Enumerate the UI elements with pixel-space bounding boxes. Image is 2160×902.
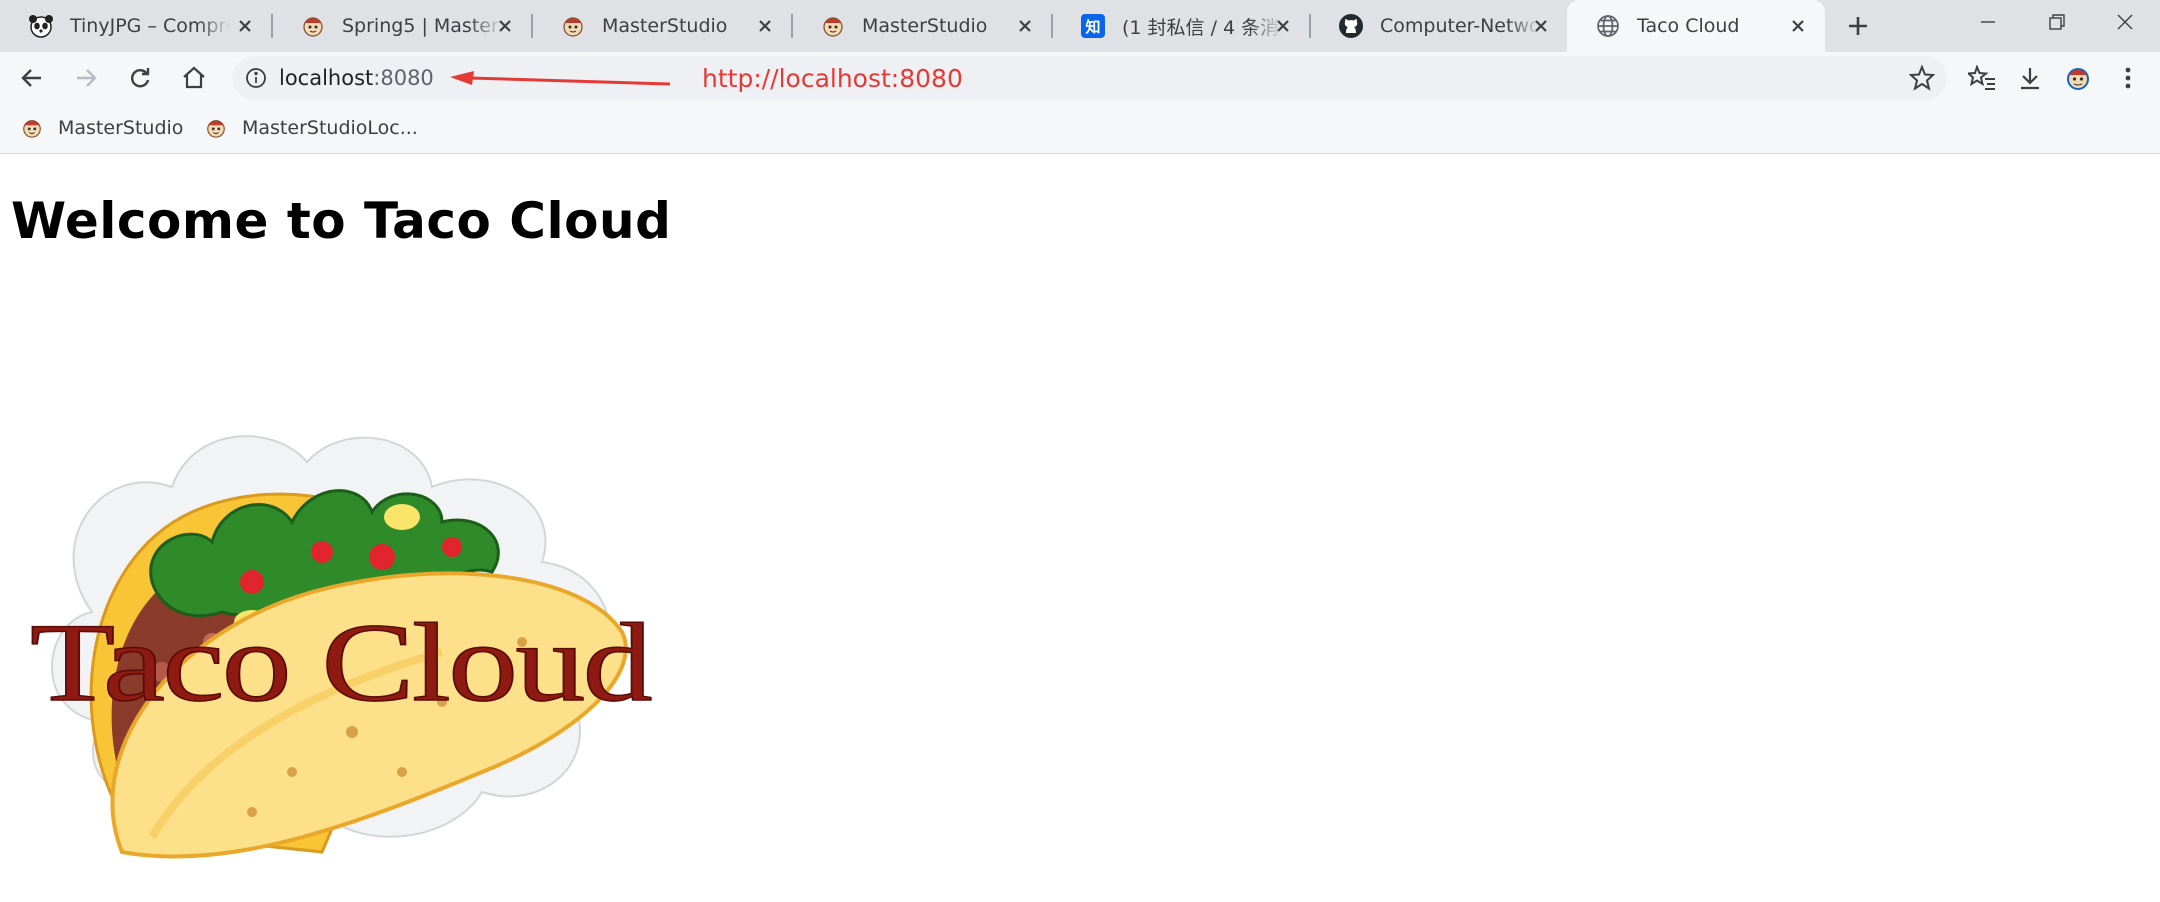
- bookmark-masterstudio[interactable]: MasterStudio: [20, 112, 183, 144]
- back-arrow-icon: [21, 69, 41, 87]
- globe-icon: [1595, 13, 1621, 39]
- tab-zhihu[interactable]: 知 (1 封私信 / 4 条消息: [1052, 0, 1311, 52]
- new-tab-button[interactable]: [1842, 10, 1874, 42]
- home-button[interactable]: [176, 60, 212, 96]
- tab-strip: TinyJPG – Compress Spring5 | MasterStudi…: [0, 0, 2160, 52]
- url-host: localhost: [279, 66, 374, 90]
- forward-button[interactable]: [68, 60, 104, 96]
- tab-title: Spring5 | MasterStudio: [342, 15, 502, 37]
- url-text[interactable]: localhost:8080: [279, 66, 434, 90]
- tab-spring5[interactable]: Spring5 | MasterStudio: [272, 0, 533, 52]
- bookmark-masterstudioloc[interactable]: MasterStudioLoc...: [204, 112, 418, 144]
- tab-tinyjpg[interactable]: TinyJPG – Compress: [0, 0, 273, 52]
- tab-title: Taco Cloud: [1637, 15, 1740, 37]
- favorites-button[interactable]: [1964, 60, 2000, 96]
- github-icon: [1338, 13, 1364, 39]
- reload-button[interactable]: [122, 60, 158, 96]
- tab-title: Computer-Networ: [1380, 15, 1540, 37]
- close-icon[interactable]: [752, 13, 778, 39]
- bookmark-label: MasterStudio: [58, 117, 184, 139]
- tab-github[interactable]: Computer-Networ: [1310, 0, 1568, 52]
- close-icon: [2117, 14, 2133, 30]
- more-vertical-icon: [2125, 67, 2131, 89]
- panda-icon: [28, 13, 54, 39]
- minimize-icon: [1981, 21, 1995, 23]
- masterstudio-icon: [20, 116, 44, 140]
- forward-arrow-icon: [77, 69, 97, 87]
- masterstudio-icon: [820, 13, 846, 39]
- masterstudio-icon: [560, 13, 586, 39]
- tab-title: MasterStudio: [862, 15, 988, 37]
- star-icon: [1909, 65, 1935, 91]
- back-button[interactable]: [14, 60, 50, 96]
- taco-cloud-logo: Taco Cloud: [29, 435, 654, 859]
- close-icon[interactable]: [1012, 13, 1038, 39]
- downloads-button[interactable]: [2012, 60, 2048, 96]
- close-icon[interactable]: [1270, 13, 1296, 39]
- home-icon: [183, 66, 205, 89]
- menu-button[interactable]: [2110, 60, 2146, 96]
- annotation-arrow: [450, 71, 671, 86]
- bookmarks-bar: MasterStudio MasterStudioLoc...: [0, 102, 2160, 154]
- page-title: Welcome to Taco Cloud: [11, 192, 672, 250]
- bookmark-star-button[interactable]: [1904, 60, 1940, 96]
- plus-icon: [1849, 17, 1867, 35]
- avatar-icon: [2067, 68, 2089, 90]
- info-icon[interactable]: [242, 64, 270, 92]
- svg-text:知: 知: [1085, 18, 1100, 36]
- minimize-button[interactable]: [1953, 0, 2023, 44]
- reload-icon: [131, 68, 150, 88]
- close-icon[interactable]: [1785, 13, 1811, 39]
- tab-taco-cloud[interactable]: Taco Cloud: [1567, 0, 1825, 52]
- restore-icon: [2049, 14, 2065, 30]
- close-window-button[interactable]: [2090, 0, 2160, 44]
- annotation-text: http://localhost:8080: [702, 64, 963, 93]
- close-icon[interactable]: [232, 13, 258, 39]
- masterstudio-icon: [204, 116, 228, 140]
- bookmark-label: MasterStudioLoc...: [242, 117, 418, 139]
- zhihu-icon: 知: [1080, 13, 1106, 39]
- favorites-list-icon: [1968, 65, 1995, 90]
- url-port: :8080: [373, 66, 434, 90]
- browser-toolbar: localhost:8080: [0, 52, 2160, 102]
- page-content: Welcome to Taco Cloud Taco Cloud: [0, 154, 2160, 892]
- download-icon: [2021, 68, 2039, 90]
- masterstudio-icon: [300, 13, 326, 39]
- tab-title: (1 封私信 / 4 条消息: [1122, 16, 1282, 39]
- tab-masterstudio-1[interactable]: MasterStudio: [532, 0, 793, 52]
- close-icon[interactable]: [492, 13, 518, 39]
- close-icon[interactable]: [1528, 13, 1554, 39]
- logo-text: Taco Cloud: [30, 601, 651, 725]
- tab-title: MasterStudio: [602, 15, 728, 37]
- restore-button[interactable]: [2022, 0, 2092, 44]
- tab-masterstudio-2[interactable]: MasterStudio: [792, 0, 1053, 52]
- tab-title: TinyJPG – Compress: [70, 15, 230, 37]
- profile-button[interactable]: [2060, 60, 2096, 96]
